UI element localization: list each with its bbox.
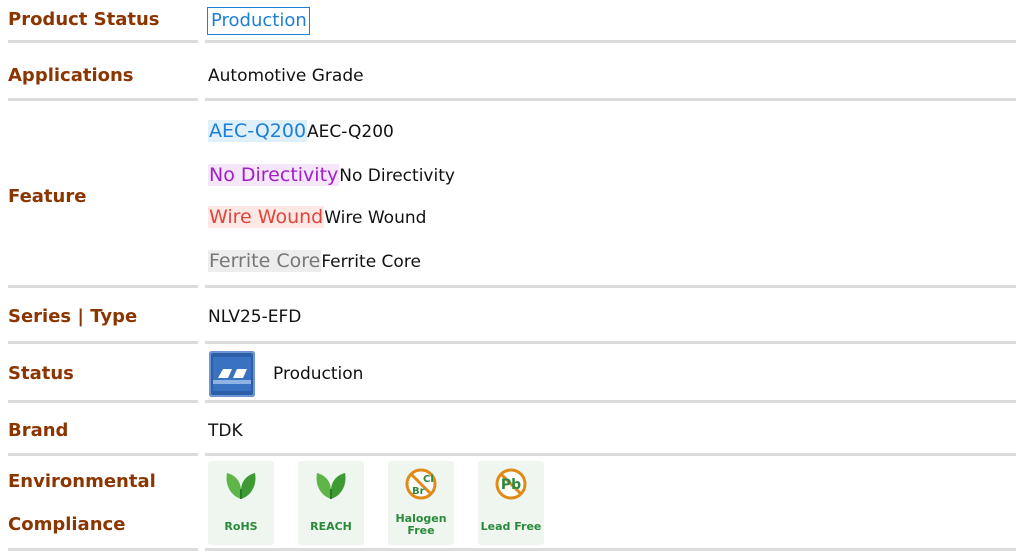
- row-divider: [205, 40, 1016, 43]
- badge-label: REACH: [310, 520, 352, 533]
- feature-item-no-directivity: No DirectivityNo Directivity: [208, 164, 455, 186]
- feature-item-ferrite-core: Ferrite CoreFerrite Core: [208, 250, 421, 272]
- rohs-badge: RoHS: [208, 461, 274, 545]
- row-divider: [8, 40, 198, 43]
- product-status-link[interactable]: Production: [207, 7, 310, 35]
- feature-text: AEC-Q200: [307, 122, 394, 142]
- product-status-label: Product Status: [8, 9, 160, 30]
- feature-item-aec-q200: AEC-Q200AEC-Q200: [208, 120, 394, 142]
- row-divider: [205, 453, 1016, 456]
- feature-text: No Directivity: [339, 166, 455, 186]
- feature-label: Feature: [8, 186, 87, 207]
- lead-free-badge: Pb Lead Free: [478, 461, 544, 545]
- halogen-icon-text-top: Cl: [423, 474, 434, 485]
- feature-tag-ferrite-core[interactable]: Ferrite Core: [208, 250, 322, 272]
- environmental-label-line1: Environmental: [8, 471, 156, 492]
- row-divider: [8, 548, 198, 551]
- row-divider: [8, 453, 198, 456]
- lead-icon-text: Pb: [501, 477, 521, 493]
- leaf-icon: [316, 473, 346, 499]
- production-status-icon: [209, 351, 255, 397]
- reach-badge: REACH: [298, 461, 364, 545]
- badge-label: Lead Free: [480, 520, 542, 533]
- applications-label: Applications: [8, 65, 134, 86]
- feature-tag-wire-wound[interactable]: Wire Wound: [208, 206, 325, 228]
- row-divider: [205, 548, 1016, 551]
- badge-label-line2: Free: [407, 524, 435, 537]
- lead-free-icon: Pb: [495, 468, 527, 500]
- feature-tag-aec-q200[interactable]: AEC-Q200: [208, 120, 308, 142]
- brand-label: Brand: [8, 420, 69, 441]
- leaf-icon: [226, 473, 256, 499]
- feature-text: Wire Wound: [324, 208, 427, 228]
- halogen-free-icon: Cl Br: [405, 468, 437, 500]
- series-type-label: Series | Type: [8, 306, 138, 327]
- row-divider: [8, 341, 198, 344]
- feature-text: Ferrite Core: [321, 252, 421, 272]
- halogen-icon-text-bottom: Br: [412, 486, 425, 497]
- row-divider: [205, 341, 1016, 344]
- environmental-label-line2: Compliance: [8, 514, 126, 535]
- halogen-free-badge: Cl Br Halogen Free: [388, 461, 454, 545]
- row-divider: [205, 98, 1016, 101]
- row-divider: [8, 285, 198, 288]
- badge-label: RoHS: [224, 520, 258, 533]
- applications-value: Automotive Grade: [208, 66, 364, 86]
- feature-tag-no-directivity[interactable]: No Directivity: [208, 164, 340, 186]
- status-value: Production: [273, 364, 364, 384]
- row-divider: [205, 400, 1016, 403]
- brand-value: TDK: [208, 421, 243, 441]
- row-divider: [8, 98, 198, 101]
- row-divider: [205, 285, 1016, 288]
- row-divider: [8, 400, 198, 403]
- status-label: Status: [8, 363, 74, 384]
- series-type-value: NLV25-EFD: [208, 307, 302, 327]
- feature-item-wire-wound: Wire WoundWire Wound: [208, 206, 426, 228]
